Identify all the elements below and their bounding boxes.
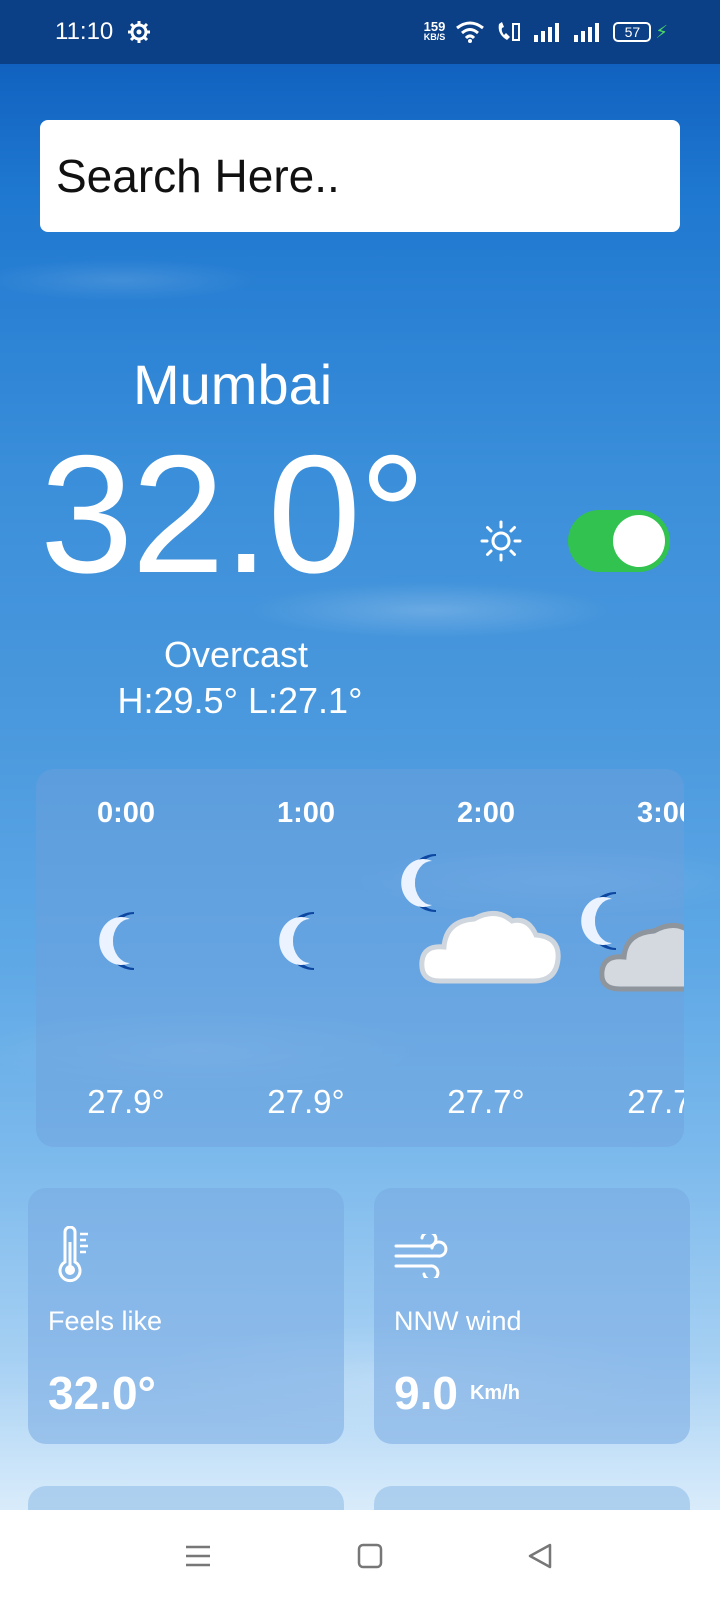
search-bar xyxy=(40,120,680,232)
sun-icon xyxy=(480,520,522,562)
weather-condition: Overcast xyxy=(163,634,309,675)
status-time: 11:10 xyxy=(55,18,114,45)
toggle-knob xyxy=(613,515,665,567)
battery-icon: 57 xyxy=(613,22,652,42)
wind-value: 9.0 Km/h xyxy=(394,1366,520,1420)
signal-2-icon xyxy=(574,23,600,42)
feels-like-card: Feels like 32.0° xyxy=(28,1188,344,1444)
hour-time: 2:00 xyxy=(456,797,516,829)
signal-1-icon xyxy=(534,23,560,42)
current-temperature: 32.0° xyxy=(40,420,426,608)
theme-toggle[interactable] xyxy=(568,510,670,572)
hourly-item: 1:00 27.9° xyxy=(216,769,396,1147)
wind-label: NNW wind xyxy=(394,1306,522,1336)
hour-time: 3:00 xyxy=(636,797,684,829)
hour-time: 1:00 xyxy=(276,797,336,829)
hour-temp: 27.7° xyxy=(447,1083,525,1120)
hourly-item: 3:00 27.7° xyxy=(576,769,684,1147)
moon-cloud-icon xyxy=(401,854,561,984)
thermometer-icon xyxy=(58,1226,88,1283)
wind-card: NNW wind 9.0 Km/h xyxy=(374,1188,690,1444)
hour-temp: 27.7° xyxy=(627,1083,684,1120)
hour-time: 0:00 xyxy=(96,797,156,829)
status-bar: 11:10 159 KB/S 57 ⚡ xyxy=(0,0,720,64)
moon-icon xyxy=(99,912,135,970)
home-icon[interactable] xyxy=(356,1542,384,1570)
wifi-icon xyxy=(456,21,485,43)
charging-icon: ⚡ xyxy=(655,21,668,42)
high-low-temperature: H:29.5° L:27.1° xyxy=(117,680,363,721)
wind-icon xyxy=(394,1234,448,1278)
hour-temp: 27.9° xyxy=(87,1083,165,1120)
hourly-item: 2:00 27.7° xyxy=(396,769,576,1147)
search-input[interactable] xyxy=(54,148,656,204)
moon-cloud-icon xyxy=(581,892,684,992)
back-icon[interactable] xyxy=(526,1542,554,1570)
hour-temp: 27.9° xyxy=(267,1083,345,1120)
hourly-item: 0:00 27.9° xyxy=(36,769,216,1147)
moon-icon xyxy=(279,912,315,970)
navigation-bar xyxy=(0,1510,720,1600)
network-speed: 159 KB/S xyxy=(423,19,446,42)
feels-like-label: Feels like xyxy=(48,1306,163,1336)
hourly-forecast[interactable]: 0:00 27.9° 1:00 27.9° 2:00 27.7° 3:00 27… xyxy=(36,769,684,1147)
wind-speed: 9.0 xyxy=(394,1367,458,1419)
menu-icon[interactable] xyxy=(184,1542,212,1570)
feels-like-value: 32.0° xyxy=(48,1367,156,1419)
volte-call-icon xyxy=(499,22,521,41)
wind-unit: Km/h xyxy=(469,1382,520,1404)
settings-gear-icon xyxy=(128,21,151,43)
city-name: Mumbai xyxy=(133,353,333,416)
